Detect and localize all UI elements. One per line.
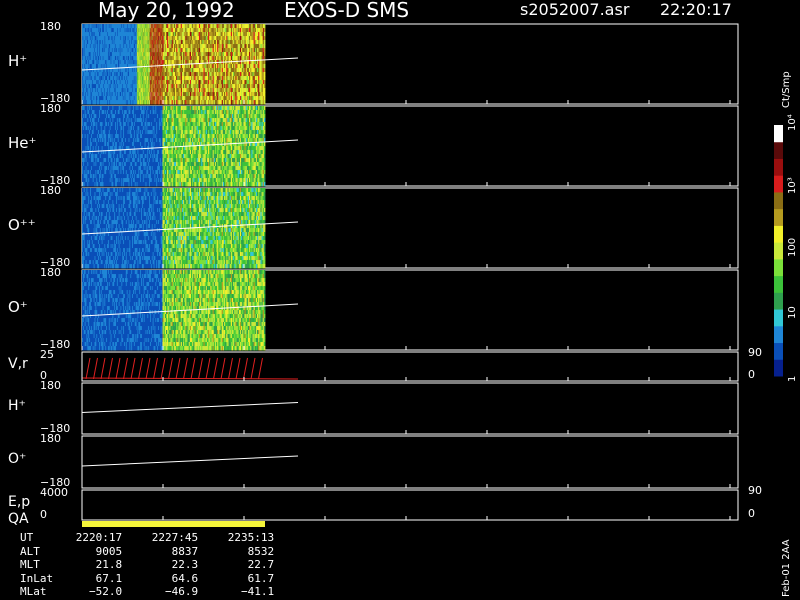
plot-canvas — [81, 23, 783, 527]
